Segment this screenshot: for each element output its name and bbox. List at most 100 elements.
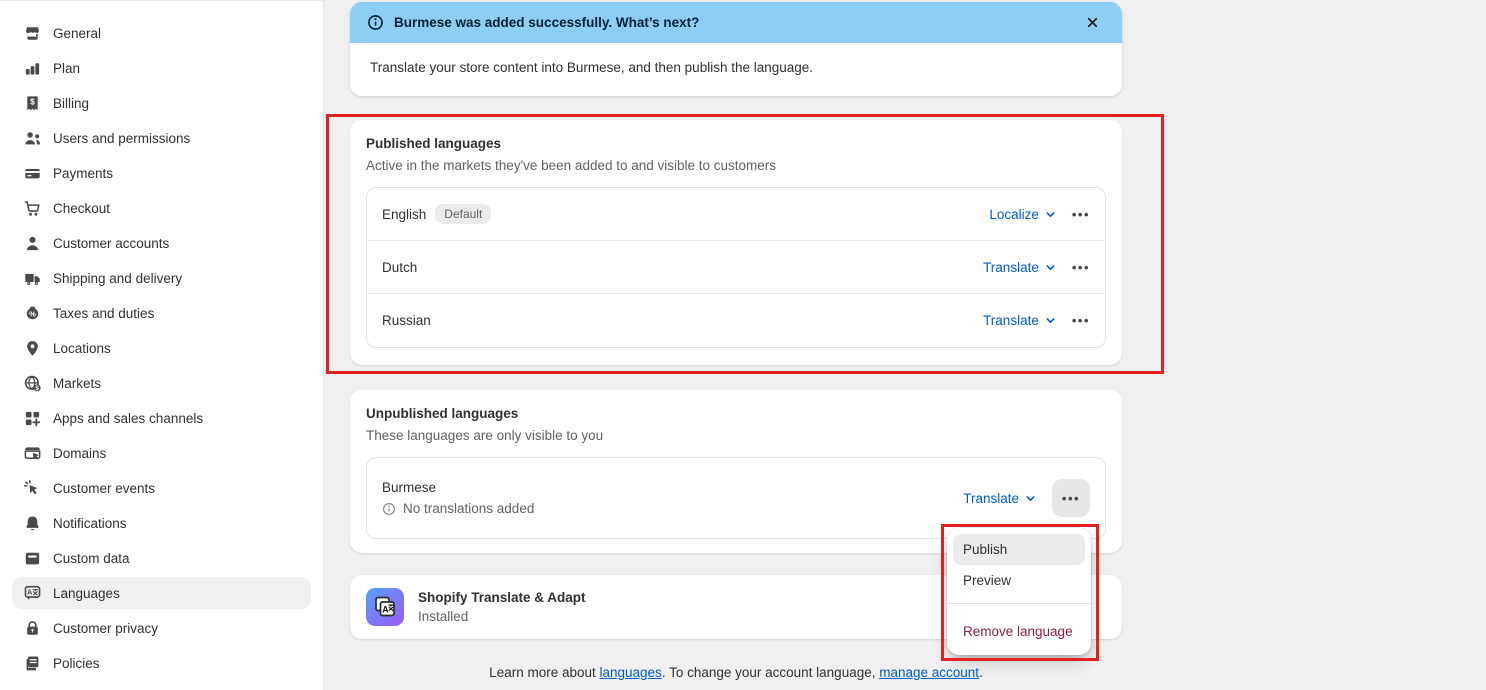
sidebar-item-locations[interactable]: Locations xyxy=(12,332,311,364)
chevron-down-icon xyxy=(1025,493,1036,504)
plan-icon xyxy=(23,59,42,78)
sidebar-item-markets[interactable]: $ Markets xyxy=(12,367,311,399)
card-title: Unpublished languages xyxy=(366,406,1106,421)
sidebar-item-payments[interactable]: Payments xyxy=(12,157,311,189)
payments-icon xyxy=(23,164,42,183)
language-name: Russian xyxy=(382,313,431,328)
lock-icon xyxy=(23,619,42,638)
overflow-menu-button[interactable]: ••• xyxy=(1072,208,1090,221)
sidebar-item-plan[interactable]: Plan xyxy=(12,52,311,84)
sidebar-item-label: Taxes and duties xyxy=(53,306,154,321)
domain-icon xyxy=(23,444,42,463)
sidebar-item-notifications[interactable]: Notifications xyxy=(12,507,311,539)
translation-status: No translations added xyxy=(403,501,534,516)
sidebar-item-custom-data[interactable]: Custom data xyxy=(12,542,311,574)
sidebar-item-label: Payments xyxy=(53,166,113,181)
language-row-russian: Russian Translate ••• xyxy=(367,294,1105,347)
bell-icon xyxy=(23,514,42,533)
menu-item-preview[interactable]: Preview xyxy=(953,565,1085,596)
sidebar-item-label: Domains xyxy=(53,446,106,461)
footer-help-text: Learn more about languages. To change yo… xyxy=(350,665,1122,680)
sidebar-item-customer-accounts[interactable]: Customer accounts xyxy=(12,227,311,259)
sidebar-item-taxes-and-duties[interactable]: % Taxes and duties xyxy=(12,297,311,329)
unpublished-languages-list: Burmese No translations added Translate … xyxy=(366,457,1106,539)
sidebar-item-label: Customer privacy xyxy=(53,621,158,636)
language-name: Burmese xyxy=(382,480,436,495)
overflow-menu-button[interactable]: ••• xyxy=(1072,314,1090,327)
published-languages-card: Published languages Active in the market… xyxy=(350,120,1122,365)
translate-dropdown-button[interactable]: Translate xyxy=(963,491,1036,506)
sidebar-item-users-and-permissions[interactable]: Users and permissions xyxy=(12,122,311,154)
success-banner: Burmese was added successfully. What’s n… xyxy=(350,2,1122,96)
svg-text:$: $ xyxy=(30,97,35,106)
cursor-click-icon xyxy=(23,479,42,498)
chevron-down-icon xyxy=(1045,262,1056,273)
sidebar-item-label: Custom data xyxy=(53,551,130,566)
sidebar-item-label: Policies xyxy=(53,656,100,671)
close-icon[interactable] xyxy=(1079,10,1105,36)
card-subtitle: These languages are only visible to you xyxy=(366,428,1106,443)
sidebar-item-label: Users and permissions xyxy=(53,131,190,146)
translate-dropdown-button[interactable]: Translate xyxy=(983,260,1056,275)
manage-account-link[interactable]: manage account xyxy=(879,665,979,680)
svg-text:A: A xyxy=(27,588,32,596)
billing-icon: $ xyxy=(23,94,42,113)
app-status: Installed xyxy=(418,609,586,624)
overflow-menu-button[interactable]: ••• xyxy=(1052,479,1090,517)
truck-icon xyxy=(23,269,42,288)
sidebar-item-label: Checkout xyxy=(53,201,110,216)
sidebar-item-policies[interactable]: Policies xyxy=(12,647,311,679)
sidebar-item-label: Plan xyxy=(53,61,80,76)
published-languages-list: English Default Localize ••• Dutch Trans… xyxy=(366,187,1106,348)
globe-icon: $ xyxy=(23,374,42,393)
info-icon xyxy=(367,14,384,31)
sidebar-item-checkout[interactable]: Checkout xyxy=(12,192,311,224)
menu-item-publish[interactable]: Publish xyxy=(953,534,1085,565)
sidebar-item-customer-events[interactable]: Customer events xyxy=(12,472,311,504)
settings-content: Burmese was added successfully. What’s n… xyxy=(324,0,1486,690)
chevron-down-icon xyxy=(1045,315,1056,326)
overflow-menu-button[interactable]: ••• xyxy=(1072,261,1090,274)
banner-header: Burmese was added successfully. What’s n… xyxy=(350,2,1122,43)
language-name: Dutch xyxy=(382,260,417,275)
sidebar-item-general[interactable]: General xyxy=(12,17,311,49)
sidebar-item-label: Languages xyxy=(53,586,120,601)
sidebar-item-billing[interactable]: $ Billing xyxy=(12,87,311,119)
sidebar-item-label: Billing xyxy=(53,96,89,111)
menu-item-remove-language[interactable]: Remove language xyxy=(953,611,1085,649)
svg-text:A: A xyxy=(382,605,389,615)
sidebar-item-label: Apps and sales channels xyxy=(53,411,203,426)
apps-grid-icon xyxy=(23,409,42,428)
menu-divider xyxy=(947,603,1091,604)
sidebar-item-shipping-and-delivery[interactable]: Shipping and delivery xyxy=(12,262,311,294)
translate-dropdown-button[interactable]: Translate xyxy=(983,313,1056,328)
localize-dropdown-button[interactable]: Localize xyxy=(989,207,1056,222)
banner-body: Translate your store content into Burmes… xyxy=(350,43,1122,96)
settings-sidebar: General Plan $ Billing Users and permiss… xyxy=(0,0,324,690)
language-name: English xyxy=(382,207,426,222)
tax-icon: % xyxy=(23,304,42,323)
overflow-menu-popup: Publish Preview Remove language xyxy=(947,528,1091,655)
sidebar-item-label: General xyxy=(53,26,101,41)
sidebar-item-label: Shipping and delivery xyxy=(53,271,182,286)
store-icon xyxy=(23,24,42,43)
sidebar-item-label: Notifications xyxy=(53,516,127,531)
app-title: Shopify Translate & Adapt xyxy=(418,590,586,605)
data-icon xyxy=(23,549,42,568)
sidebar-item-apps-and-sales-channels[interactable]: Apps and sales channels xyxy=(12,402,311,434)
card-title: Published languages xyxy=(366,136,1106,151)
sidebar-item-languages[interactable]: A Languages xyxy=(12,577,311,609)
svg-text:$: $ xyxy=(35,385,39,392)
chevron-down-icon xyxy=(1045,209,1056,220)
translate-adapt-app-icon: A xyxy=(366,588,404,626)
sidebar-item-domains[interactable]: Domains xyxy=(12,437,311,469)
svg-text:%: % xyxy=(29,309,36,318)
banner-title: Burmese was added successfully. What’s n… xyxy=(394,15,699,30)
sidebar-item-label: Markets xyxy=(53,376,101,391)
users-icon xyxy=(23,129,42,148)
languages-link[interactable]: languages xyxy=(600,665,662,680)
sidebar-item-label: Customer events xyxy=(53,481,155,496)
policy-icon xyxy=(23,654,42,673)
translate-icon: A xyxy=(23,584,42,603)
sidebar-item-customer-privacy[interactable]: Customer privacy xyxy=(12,612,311,644)
